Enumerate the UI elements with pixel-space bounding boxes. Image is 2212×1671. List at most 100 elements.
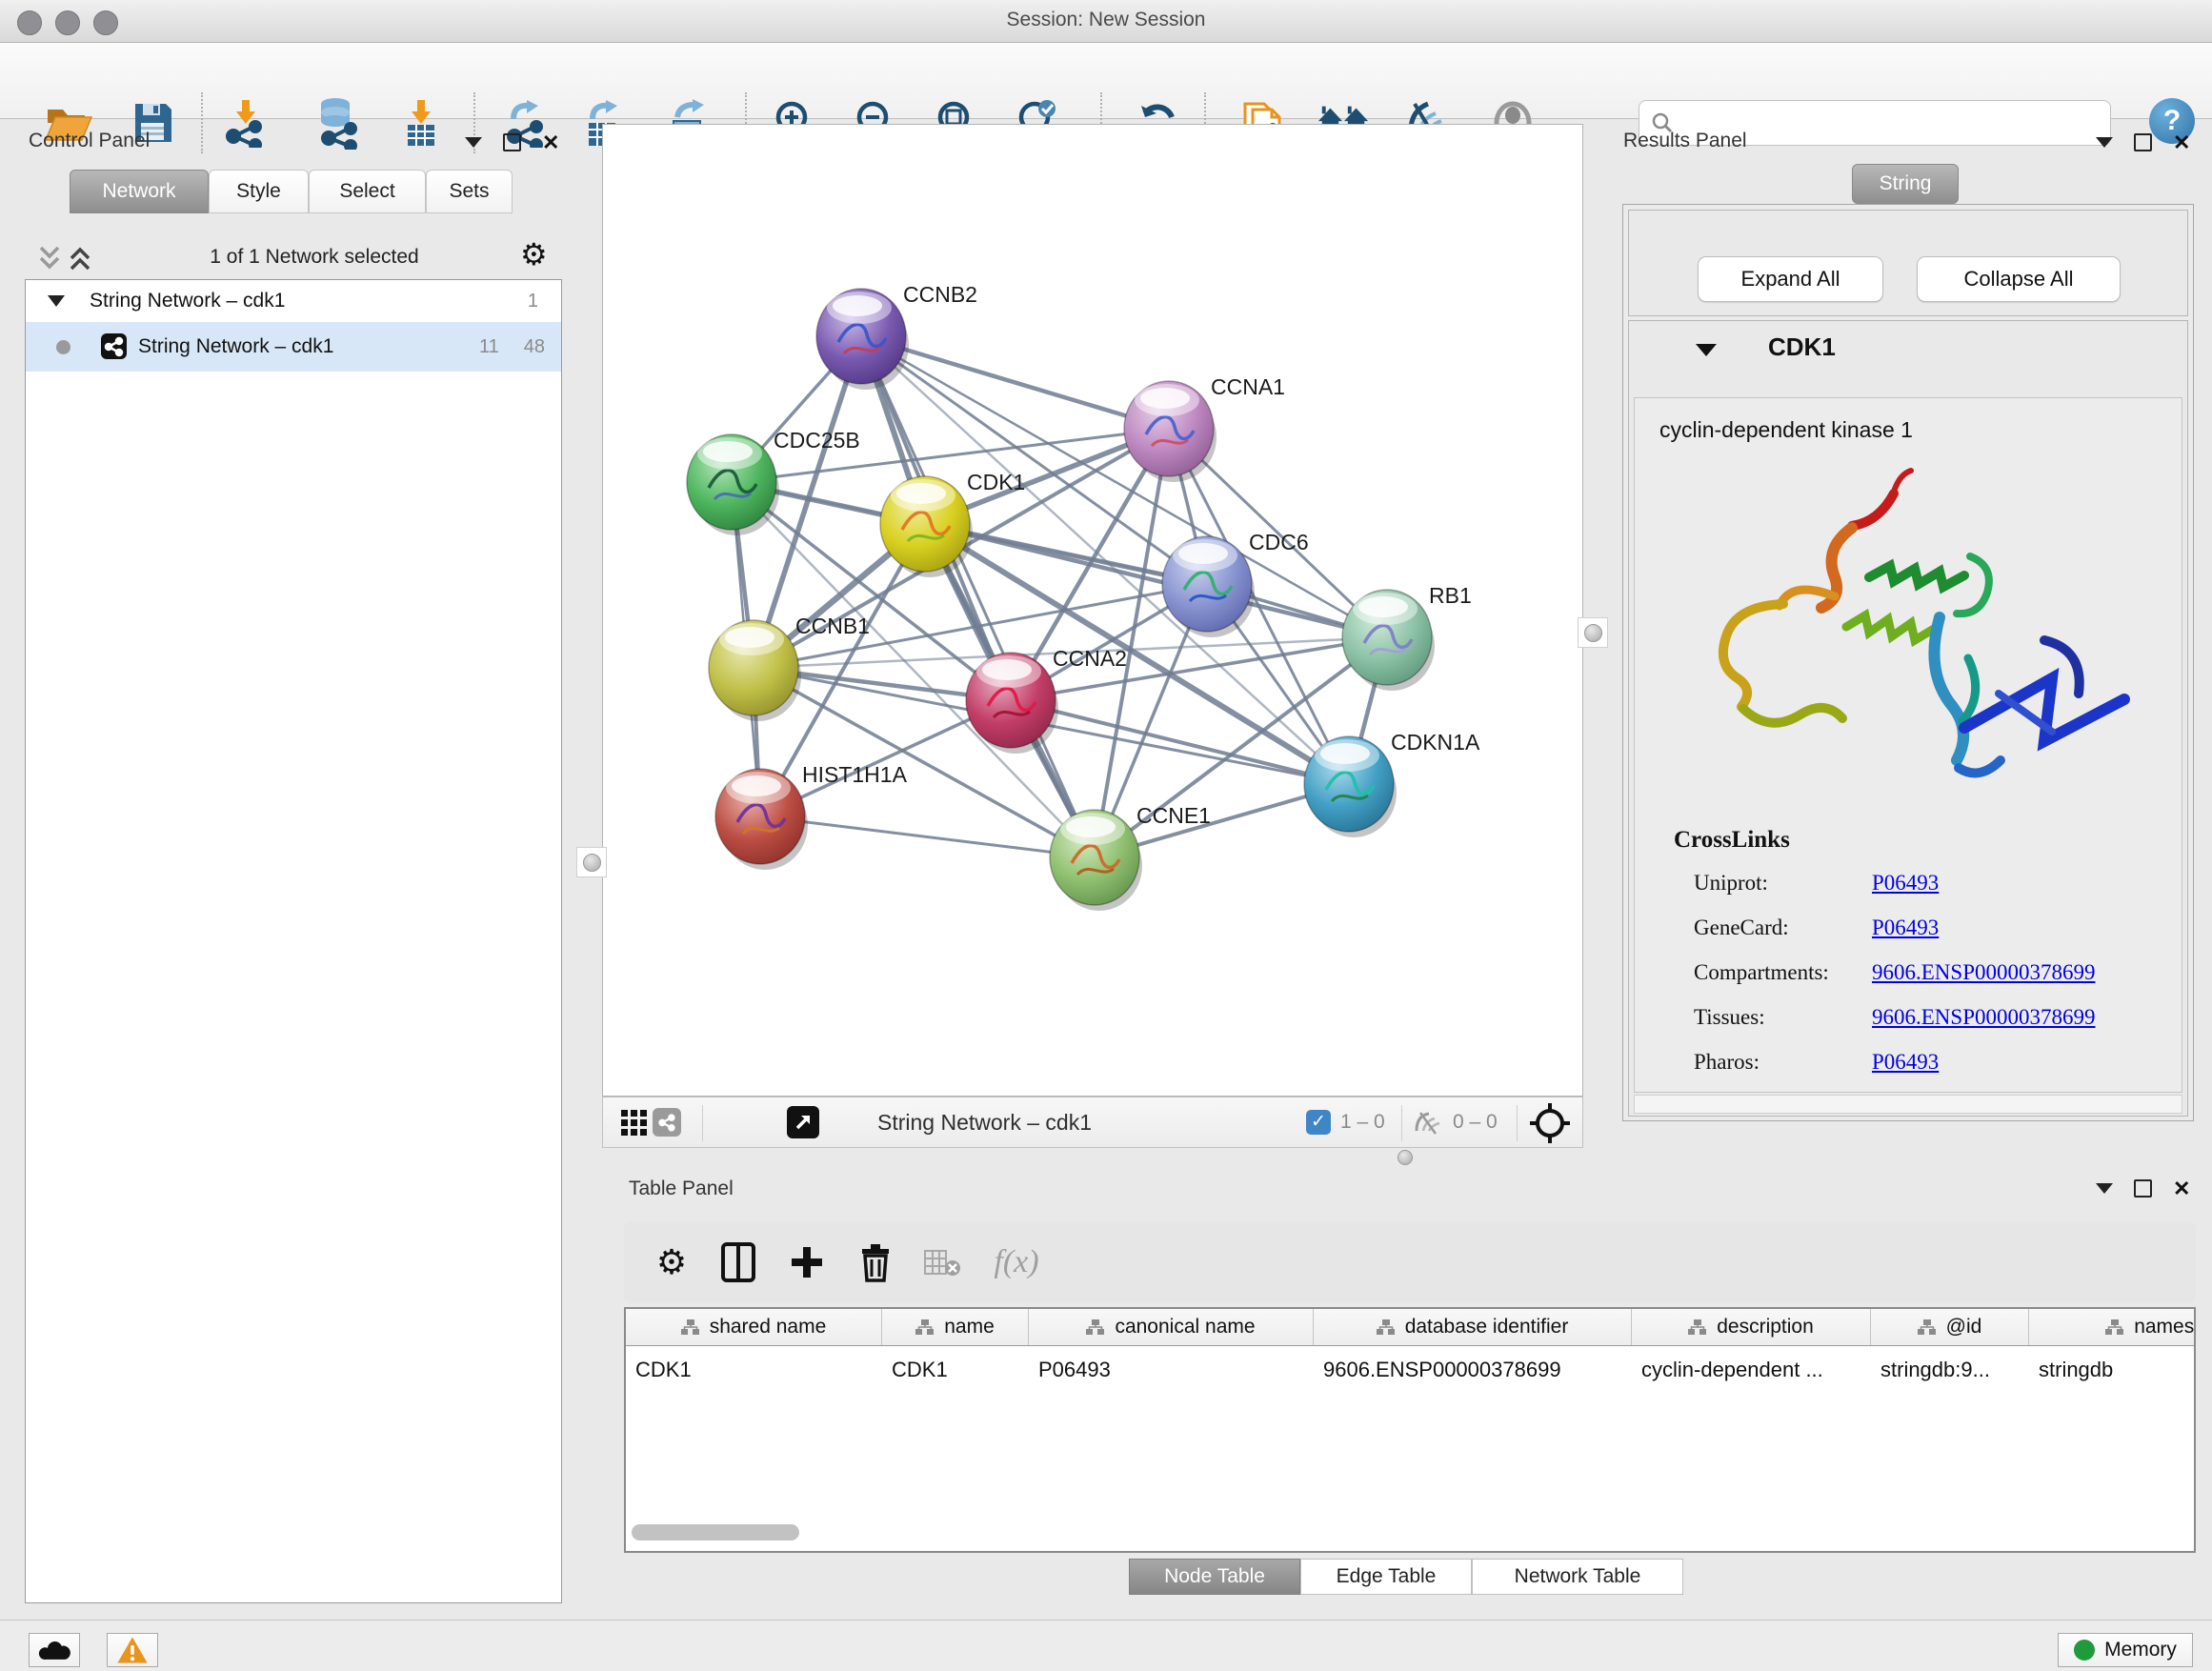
network-node-CDC6[interactable]: [1162, 536, 1255, 637]
crosslink-label: GeneCard:: [1694, 916, 1789, 940]
current-network-dot: [56, 340, 70, 354]
network-node-CDK1[interactable]: [880, 476, 973, 577]
float-panel-icon[interactable]: [2134, 133, 2152, 151]
node-label-HIST1H1A: HIST1H1A: [802, 762, 908, 787]
protein-structure-image: [1644, 453, 2172, 825]
tab-sets[interactable]: Sets: [426, 170, 513, 213]
birds-eye-crosshair-icon[interactable]: [1529, 1102, 1571, 1149]
expand-all-label: Expand All: [1741, 267, 1840, 292]
column-header-name[interactable]: name: [882, 1309, 1029, 1345]
crosslink-link[interactable]: P06493: [1872, 871, 1939, 896]
network-node-CDC25B[interactable]: [687, 434, 779, 535]
collection-count: 1: [528, 291, 538, 312]
network-options-gear-icon[interactable]: ⚙: [520, 236, 548, 272]
table-hscrollbar-thumb[interactable]: [632, 1524, 799, 1540]
crosslink-link[interactable]: 9606.ENSP00000378699: [1872, 960, 2096, 985]
close-panel-icon[interactable]: ✕: [542, 135, 559, 150]
network-view-title: String Network – cdk1: [877, 1110, 1092, 1136]
network-collection-row[interactable]: String Network – cdk1 1: [26, 280, 561, 322]
network-node-HIST1H1A[interactable]: [715, 769, 808, 870]
show-columns-icon[interactable]: [712, 1221, 765, 1303]
tab-node-table[interactable]: Node Table: [1129, 1559, 1300, 1595]
tab-edge-table[interactable]: Edge Table: [1300, 1559, 1472, 1595]
crosslink-link[interactable]: 9606.ENSP00000378699: [1872, 1005, 2096, 1030]
crosslink-label: Pharos:: [1694, 1050, 1760, 1075]
bottom-splitter-handle[interactable]: [1393, 1149, 1418, 1166]
main-toolbar: ?: [0, 43, 2212, 119]
collapse-panel-icon[interactable]: [2096, 137, 2113, 148]
toolbar-separator: [201, 92, 203, 153]
protein-section: CDK1 cyclin-dependent kinase 1: [1628, 320, 2188, 1117]
table-settings-gear-icon[interactable]: ⚙: [645, 1221, 698, 1303]
tab-network[interactable]: Network: [70, 170, 209, 213]
application-window: Session: New Session: [0, 0, 2212, 1671]
node-label-CCNA2: CCNA2: [1053, 646, 1127, 671]
column-header-@id[interactable]: @id: [1871, 1309, 2029, 1345]
table-panel-title: Table Panel: [629, 1178, 734, 1200]
collapse-panel-icon[interactable]: [465, 137, 482, 148]
memory-label: Memory: [2104, 1639, 2177, 1661]
clear-table-icon-disabled: [915, 1221, 969, 1303]
import-table-icon[interactable]: [394, 96, 448, 150]
table-cell[interactable]: stringdb:9...: [1871, 1351, 2029, 1389]
tab-select[interactable]: Select: [309, 170, 426, 213]
network-view-canvas[interactable]: CCNB2CCNA1CDC25BCDK1CDC6RB1CCNB1CCNA2CDK…: [602, 124, 1583, 1097]
column-header-database-identifier[interactable]: database identifier: [1314, 1309, 1632, 1345]
grid-icon[interactable]: [620, 1109, 649, 1142]
network-row-selected[interactable]: String Network – cdk1 11 48: [26, 322, 561, 372]
tab-style[interactable]: Style: [209, 170, 309, 213]
column-header-namespace[interactable]: namespace: [2029, 1309, 2196, 1345]
crosslink-link[interactable]: P06493: [1872, 916, 1939, 940]
network-node-CDKN1A[interactable]: [1304, 736, 1397, 837]
section-chevron-down-icon[interactable]: [1696, 344, 1717, 356]
table-cell[interactable]: CDK1: [882, 1351, 1029, 1389]
add-column-icon[interactable]: [780, 1221, 834, 1303]
left-splitter-handle[interactable]: [576, 847, 607, 877]
table-cell[interactable]: CDK1: [626, 1351, 882, 1389]
table-cell[interactable]: 9606.ENSP00000378699: [1314, 1351, 1632, 1389]
tab-string[interactable]: String: [1852, 164, 1959, 204]
right-splitter-handle[interactable]: [1578, 617, 1608, 648]
float-panel-icon[interactable]: [503, 133, 521, 151]
network-node-CCNA1[interactable]: [1124, 381, 1217, 482]
crosslinks-title: CrossLinks: [1674, 827, 1790, 854]
column-header-canonical-name[interactable]: canonical name: [1029, 1309, 1314, 1345]
cloud-icon[interactable]: [29, 1633, 80, 1667]
collection-label: String Network – cdk1: [90, 290, 285, 312]
control-panel-title: Control Panel: [29, 130, 150, 152]
close-panel-icon[interactable]: ✕: [2173, 1181, 2190, 1196]
table-cell[interactable]: P06493: [1029, 1351, 1314, 1389]
memory-button[interactable]: Memory: [2058, 1633, 2193, 1667]
warning-icon[interactable]: [107, 1633, 158, 1667]
external-window-icon[interactable]: [787, 1106, 819, 1138]
expand-all-button[interactable]: Expand All: [1698, 256, 1883, 302]
results-scrollbar[interactable]: [1634, 1095, 2182, 1114]
selected-checkbox-icon[interactable]: ✓: [1306, 1110, 1331, 1135]
network-node-RB1[interactable]: [1342, 590, 1435, 691]
memory-status-dot: [2074, 1640, 2095, 1661]
collapse-all-networks-icon[interactable]: [67, 244, 93, 277]
collapse-panel-icon[interactable]: [2096, 1183, 2113, 1194]
column-header-shared-name[interactable]: shared name: [626, 1309, 882, 1345]
import-network-icon[interactable]: [219, 96, 272, 150]
network-edge-count: 48: [524, 336, 545, 358]
network-node-CCNB2[interactable]: [816, 289, 909, 390]
chevron-down-icon[interactable]: [48, 295, 65, 307]
float-panel-icon[interactable]: [2134, 1179, 2152, 1198]
crosslink-label: Tissues:: [1694, 1005, 1765, 1030]
collapse-all-button[interactable]: Collapse All: [1917, 256, 2121, 302]
network-node-CCNB1[interactable]: [709, 620, 801, 721]
control-panel-header-icons: ✕: [465, 133, 559, 151]
network-node-CCNE1[interactable]: [1050, 810, 1142, 911]
table-panel-header-icons: ✕: [2096, 1179, 2190, 1198]
network-overview-icon[interactable]: [653, 1108, 681, 1137]
column-header-description[interactable]: description: [1632, 1309, 1871, 1345]
import-database-icon[interactable]: [311, 96, 364, 150]
table-cell[interactable]: stringdb: [2029, 1351, 2196, 1389]
crosslink-link[interactable]: P06493: [1872, 1050, 1939, 1075]
close-panel-icon[interactable]: ✕: [2173, 135, 2190, 150]
expand-all-networks-icon[interactable]: [36, 244, 63, 277]
tab-network-table[interactable]: Network Table: [1472, 1559, 1683, 1595]
delete-column-trash-icon[interactable]: [849, 1221, 902, 1303]
table-cell[interactable]: cyclin-dependent ...: [1632, 1351, 1871, 1389]
